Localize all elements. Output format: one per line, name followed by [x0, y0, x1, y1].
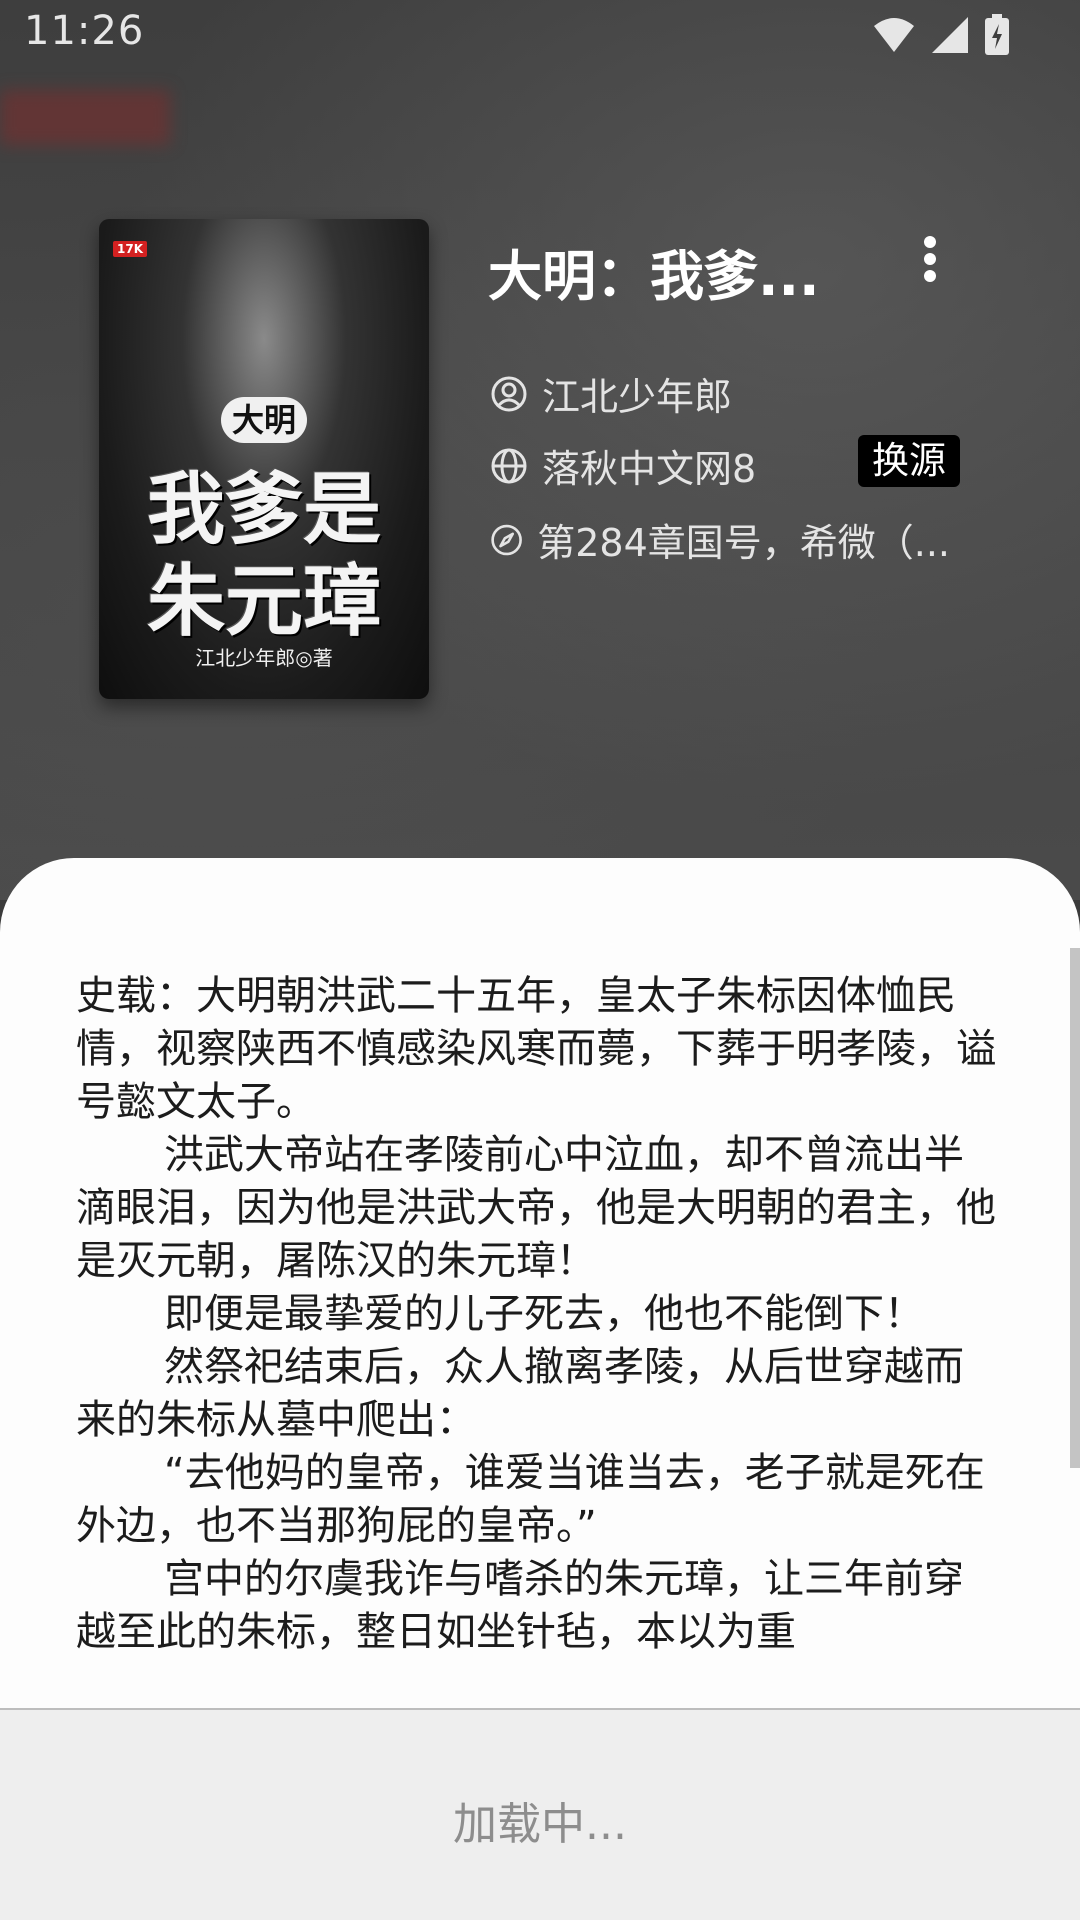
cover-publisher-badge: 17K [113, 241, 147, 257]
more-vert-icon [924, 236, 936, 282]
loading-text: 加载中... [453, 1799, 627, 1850]
person-icon [491, 376, 527, 411]
compass-icon [491, 524, 522, 555]
globe-icon [491, 448, 527, 483]
status-bar: 11:26 [0, 0, 1080, 72]
background-blur-accent [0, 90, 170, 145]
book-cover[interactable]: 17K 大明 我爹是 朱元璋 江北少年郎◎著 [99, 219, 429, 699]
author-row[interactable]: 江北少年郎 [490, 366, 732, 421]
intro-paragraph: 然祭祀结束后，众人撤离孝陵，从后世穿越而来的朱标从墓中爬出： [76, 1344, 964, 1443]
book-intro[interactable]: 史载：大明朝洪武二十五年，皇太子朱标因体恤民情，视察陕西不慎感染风寒而薨，下葬于… [76, 970, 996, 1688]
intro-paragraph: 洪武大帝站在孝陵前心中泣血，却不曾流出半滴眼泪，因为他是洪武大帝，他是大明朝的君… [76, 1132, 996, 1284]
signal-icon [932, 17, 968, 53]
intro-paragraph: 宫中的尔虞我诈与嗜杀的朱元璋，让三年前穿越至此的朱标，整日如坐针毡，本以为重 [76, 1556, 964, 1655]
cover-author-line: 江北少年郎◎著 [195, 646, 333, 670]
cover-title-line-3: 朱元璋 [146, 556, 381, 647]
wifi-icon [874, 18, 914, 52]
latest-chapter-row[interactable]: 第284章国号，希微（... [490, 512, 950, 567]
intro-paragraph: 即便是最挚爱的儿子死去，他也不能倒下！ [164, 1291, 924, 1337]
cover-title-line-1: 大明 [221, 397, 307, 443]
more-options-button[interactable] [912, 232, 948, 288]
source-name: 落秋中文网8 [542, 447, 757, 491]
author-name: 江北少年郎 [542, 375, 733, 419]
intro-paragraph: “去他妈的皇帝，谁爱当谁当去，老子就是死在外边，也不当那狗屁的皇帝。” [76, 1450, 985, 1549]
status-time: 11:26 [24, 8, 145, 54]
latest-chapter: 第284章国号，希微（... [537, 521, 950, 565]
intro-scrollbar[interactable] [1070, 948, 1080, 1468]
source-row[interactable]: 落秋中文网8 [490, 438, 756, 493]
book-title: 大明：我爹... [488, 245, 820, 308]
battery-charging-icon [985, 14, 1009, 55]
intro-paragraph: 史载：大明朝洪武二十五年，皇太子朱标因体恤民情，视察陕西不慎感染风寒而薨，下葬于… [76, 973, 996, 1125]
status-icons [872, 14, 1010, 56]
switch-source-button[interactable]: 换源 [858, 435, 960, 487]
